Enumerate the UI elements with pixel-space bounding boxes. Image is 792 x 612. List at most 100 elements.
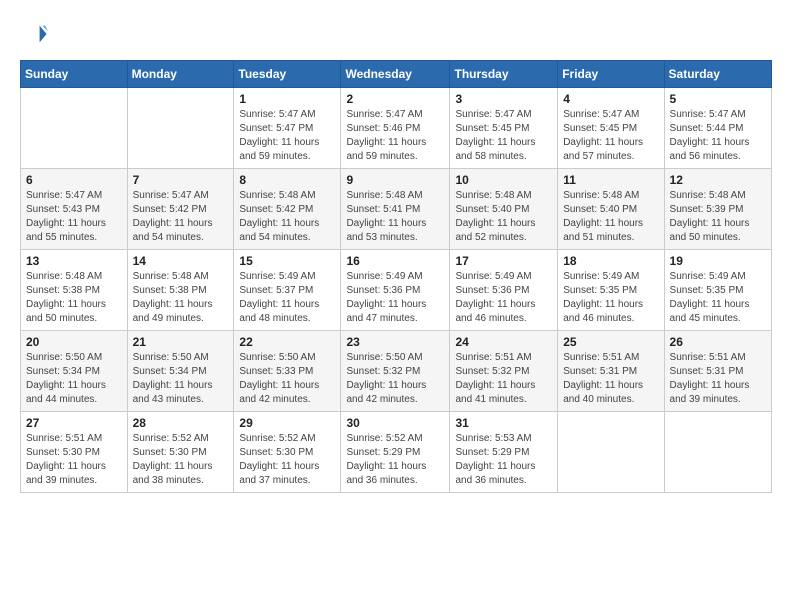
- day-info: Sunrise: 5:52 AMSunset: 5:30 PMDaylight:…: [133, 432, 229, 488]
- calendar-cell: 2Sunrise: 5:47 AMSunset: 5:46 PMDaylight…: [341, 88, 450, 169]
- calendar-cell: 17Sunrise: 5:49 AMSunset: 5:36 PMDayligh…: [450, 250, 558, 331]
- day-info: Sunrise: 5:47 AMSunset: 5:45 PMDaylight:…: [455, 108, 552, 164]
- calendar-cell: 24 Sunrise: 5:51 AMSunset: 5:32 PMDayligh…: [450, 331, 558, 412]
- day-number: 11: [563, 173, 658, 187]
- day-info: Sunrise: 5:51 AMSunset: 5:31 PMDaylight:…: [563, 351, 658, 407]
- calendar-cell: 5Sunrise: 5:47 AMSunset: 5:44 PMDaylight…: [664, 88, 771, 169]
- day-number: 18: [563, 254, 658, 268]
- calendar-cell: 3 Sunrise: 5:47 AMSunset: 5:45 PMDaylight…: [450, 88, 558, 169]
- header-sunday: Sunday: [21, 61, 128, 88]
- day-number: 29: [239, 416, 335, 430]
- calendar-cell: 30 Sunrise: 5:52 AMSunset: 5:29 PMDayligh…: [341, 412, 450, 493]
- day-info: Sunrise: 5:50 AMSunset: 5:34 PMDaylight:…: [26, 351, 122, 407]
- day-number: 30: [346, 416, 444, 430]
- day-info: Sunrise: 5:48 AMSunset: 5:40 PMDaylight:…: [563, 189, 658, 245]
- calendar-cell: 12 Sunrise: 5:48 AMSunset: 5:39 PMDayligh…: [664, 169, 771, 250]
- calendar-cell: [558, 412, 664, 493]
- day-number: 13: [26, 254, 122, 268]
- day-number: 9: [346, 173, 444, 187]
- day-info: Sunrise: 5:52 AMSunset: 5:30 PMDaylight:…: [239, 432, 335, 488]
- calendar-week-4: 20 Sunrise: 5:50 AMSunset: 5:34 PMDayligh…: [21, 331, 772, 412]
- calendar-week-5: 27 Sunrise: 5:51 AMSunset: 5:30 PMDayligh…: [21, 412, 772, 493]
- calendar-cell: 15 Sunrise: 5:49 AMSunset: 5:37 PMDayligh…: [234, 250, 341, 331]
- header-monday: Monday: [127, 61, 234, 88]
- calendar: Sunday Monday Tuesday Wednesday Thursday…: [20, 60, 772, 493]
- calendar-cell: 14 Sunrise: 5:48 AMSunset: 5:38 PMDayligh…: [127, 250, 234, 331]
- calendar-cell: 25 Sunrise: 5:51 AMSunset: 5:31 PMDayligh…: [558, 331, 664, 412]
- day-number: 6: [26, 173, 122, 187]
- day-info: Sunrise: 5:48 AMSunset: 5:40 PMDaylight:…: [455, 189, 552, 245]
- calendar-cell: 13 Sunrise: 5:48 AMSunset: 5:38 PMDayligh…: [21, 250, 128, 331]
- day-info: Sunrise: 5:49 AMSunset: 5:35 PMDaylight:…: [670, 270, 766, 326]
- calendar-cell: 7 Sunrise: 5:47 AMSunset: 5:42 PMDaylight…: [127, 169, 234, 250]
- calendar-cell: 9Sunrise: 5:48 AMSunset: 5:41 PMDaylight…: [341, 169, 450, 250]
- header-tuesday: Tuesday: [234, 61, 341, 88]
- page: Sunday Monday Tuesday Wednesday Thursday…: [0, 0, 792, 503]
- day-number: 8: [239, 173, 335, 187]
- day-info: Sunrise: 5:51 AMSunset: 5:30 PMDaylight:…: [26, 432, 122, 488]
- calendar-cell: 31 Sunrise: 5:53 AMSunset: 5:29 PMDayligh…: [450, 412, 558, 493]
- calendar-week-3: 13 Sunrise: 5:48 AMSunset: 5:38 PMDayligh…: [21, 250, 772, 331]
- day-number: 22: [239, 335, 335, 349]
- day-number: 7: [133, 173, 229, 187]
- day-number: 2: [346, 92, 444, 106]
- day-number: 3: [455, 92, 552, 106]
- day-number: 25: [563, 335, 658, 349]
- day-info: Sunrise: 5:47 AMSunset: 5:47 PMDaylight:…: [239, 108, 335, 164]
- day-number: 21: [133, 335, 229, 349]
- day-info: Sunrise: 5:51 AMSunset: 5:32 PMDaylight:…: [455, 351, 552, 407]
- day-number: 26: [670, 335, 766, 349]
- calendar-cell: 26 Sunrise: 5:51 AMSunset: 5:31 PMDayligh…: [664, 331, 771, 412]
- calendar-cell: 11 Sunrise: 5:48 AMSunset: 5:40 PMDayligh…: [558, 169, 664, 250]
- calendar-cell: 23Sunrise: 5:50 AMSunset: 5:32 PMDayligh…: [341, 331, 450, 412]
- calendar-week-2: 6 Sunrise: 5:47 AMSunset: 5:43 PMDaylight…: [21, 169, 772, 250]
- logo-icon: [20, 20, 48, 48]
- day-number: 14: [133, 254, 229, 268]
- calendar-cell: 20 Sunrise: 5:50 AMSunset: 5:34 PMDayligh…: [21, 331, 128, 412]
- weekday-header-row: Sunday Monday Tuesday Wednesday Thursday…: [21, 61, 772, 88]
- calendar-cell: 18Sunrise: 5:49 AMSunset: 5:35 PMDayligh…: [558, 250, 664, 331]
- day-info: Sunrise: 5:49 AMSunset: 5:36 PMDaylight:…: [455, 270, 552, 326]
- day-number: 16: [346, 254, 444, 268]
- day-info: Sunrise: 5:47 AMSunset: 5:45 PMDaylight:…: [563, 108, 658, 164]
- day-number: 10: [455, 173, 552, 187]
- day-number: 12: [670, 173, 766, 187]
- calendar-cell: 21 Sunrise: 5:50 AMSunset: 5:34 PMDayligh…: [127, 331, 234, 412]
- day-info: Sunrise: 5:48 AMSunset: 5:38 PMDaylight:…: [26, 270, 122, 326]
- header-saturday: Saturday: [664, 61, 771, 88]
- logo: [20, 20, 52, 48]
- calendar-cell: 10 Sunrise: 5:48 AMSunset: 5:40 PMDayligh…: [450, 169, 558, 250]
- day-info: Sunrise: 5:47 AMSunset: 5:42 PMDaylight:…: [133, 189, 229, 245]
- header-wednesday: Wednesday: [341, 61, 450, 88]
- day-number: 23: [346, 335, 444, 349]
- header: [20, 20, 772, 48]
- day-info: Sunrise: 5:50 AMSunset: 5:34 PMDaylight:…: [133, 351, 229, 407]
- day-info: Sunrise: 5:47 AMSunset: 5:44 PMDaylight:…: [670, 108, 766, 164]
- calendar-cell: 16 Sunrise: 5:49 AMSunset: 5:36 PMDayligh…: [341, 250, 450, 331]
- day-number: 24: [455, 335, 552, 349]
- calendar-cell: 29 Sunrise: 5:52 AMSunset: 5:30 PMDayligh…: [234, 412, 341, 493]
- calendar-cell: 22 Sunrise: 5:50 AMSunset: 5:33 PMDayligh…: [234, 331, 341, 412]
- day-number: 31: [455, 416, 552, 430]
- calendar-cell: [127, 88, 234, 169]
- calendar-cell: [21, 88, 128, 169]
- day-info: Sunrise: 5:49 AMSunset: 5:36 PMDaylight:…: [346, 270, 444, 326]
- day-info: Sunrise: 5:48 AMSunset: 5:39 PMDaylight:…: [670, 189, 766, 245]
- day-number: 19: [670, 254, 766, 268]
- day-info: Sunrise: 5:52 AMSunset: 5:29 PMDaylight:…: [346, 432, 444, 488]
- day-info: Sunrise: 5:53 AMSunset: 5:29 PMDaylight:…: [455, 432, 552, 488]
- calendar-cell: 6 Sunrise: 5:47 AMSunset: 5:43 PMDaylight…: [21, 169, 128, 250]
- day-info: Sunrise: 5:51 AMSunset: 5:31 PMDaylight:…: [670, 351, 766, 407]
- calendar-cell: 19 Sunrise: 5:49 AMSunset: 5:35 PMDayligh…: [664, 250, 771, 331]
- day-info: Sunrise: 5:48 AMSunset: 5:42 PMDaylight:…: [239, 189, 335, 245]
- day-info: Sunrise: 5:50 AMSunset: 5:33 PMDaylight:…: [239, 351, 335, 407]
- day-info: Sunrise: 5:47 AMSunset: 5:43 PMDaylight:…: [26, 189, 122, 245]
- day-info: Sunrise: 5:49 AMSunset: 5:37 PMDaylight:…: [239, 270, 335, 326]
- header-thursday: Thursday: [450, 61, 558, 88]
- day-number: 15: [239, 254, 335, 268]
- day-number: 28: [133, 416, 229, 430]
- calendar-cell: 4Sunrise: 5:47 AMSunset: 5:45 PMDaylight…: [558, 88, 664, 169]
- day-number: 27: [26, 416, 122, 430]
- day-info: Sunrise: 5:48 AMSunset: 5:38 PMDaylight:…: [133, 270, 229, 326]
- day-number: 20: [26, 335, 122, 349]
